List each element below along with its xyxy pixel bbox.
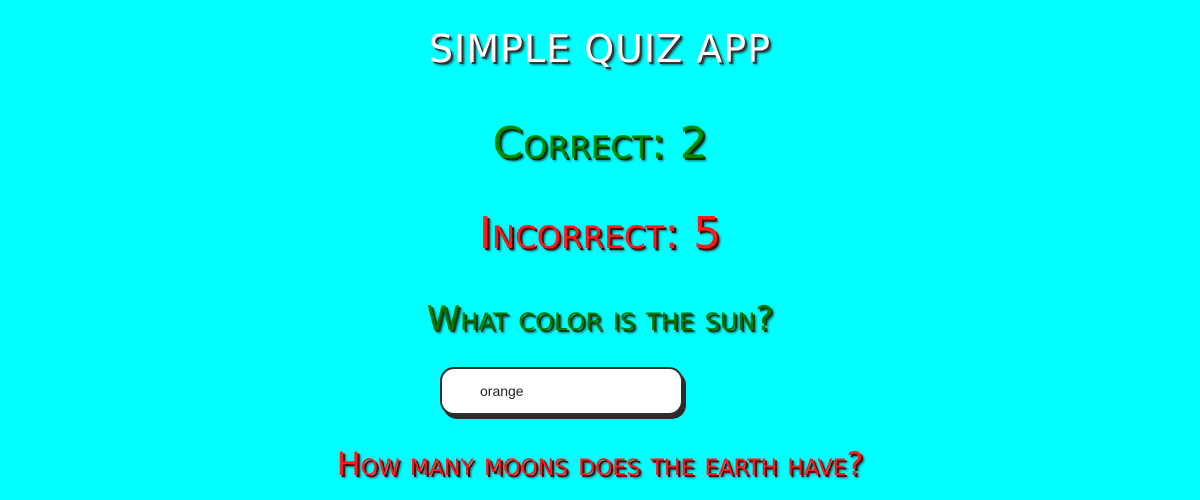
question-2-text: How many moons does the earth have?	[336, 445, 864, 483]
correct-score: Correct: 2	[492, 118, 708, 169]
app-title: SIMPLE QUIZ APP	[428, 27, 772, 71]
incorrect-score: Incorrect: 5	[478, 208, 722, 259]
answer-input[interactable]	[440, 367, 683, 415]
answer-input-wrapper	[440, 367, 683, 415]
question-1-text: What color is the sun?	[426, 299, 774, 339]
